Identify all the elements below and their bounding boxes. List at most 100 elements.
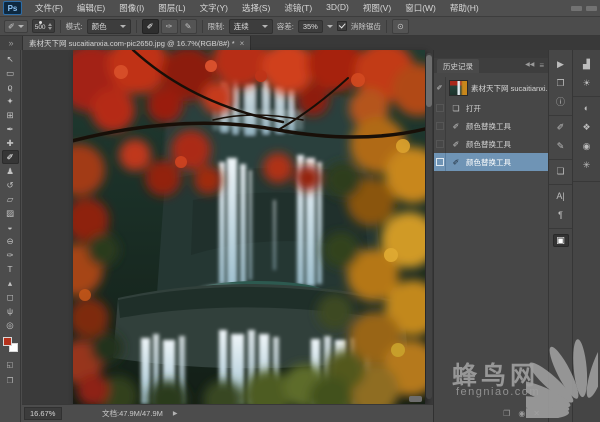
minimize-button[interactable] [571, 6, 582, 11]
photoshop-logo: Ps [3, 1, 22, 15]
panel-dock-button[interactable]: A| [549, 184, 572, 206]
tool-button[interactable]: ▱ [2, 192, 19, 206]
panel-dock-button[interactable]: ▣ [549, 228, 572, 250]
history-footer-button[interactable]: ❐ [503, 409, 510, 418]
close-icon[interactable]: × [240, 39, 245, 48]
sampling-button[interactable]: ✎ [180, 19, 197, 34]
history-snapshot-row[interactable]: ✐ 素材天下网 sucaitianxi... [434, 77, 548, 99]
panel-dock-button[interactable]: ▟ [573, 55, 600, 74]
panel-dock-button[interactable]: ✎ [549, 137, 572, 156]
color-swatches[interactable] [3, 337, 18, 352]
toolbox-extra-button[interactable]: ◱ [2, 358, 19, 371]
toolbox-extra-button[interactable]: ❐ [2, 374, 19, 387]
tool-button[interactable]: ✒ [2, 122, 19, 136]
pen-pressure-button[interactable]: ⊙ [392, 19, 409, 34]
history-state-row[interactable]: ✐ 颜色替换工具 [434, 117, 548, 135]
toolbox-collapse-button[interactable]: » [0, 36, 23, 50]
document-tab[interactable]: 素材天下网 sucaitianxia.com-pic2650.jpg @ 16.… [23, 36, 251, 50]
horizontal-scrollbar-thumb[interactable] [409, 396, 422, 402]
panel-dock-button[interactable]: ⓘ [549, 93, 572, 112]
tool-preset-picker[interactable]: ✐ [4, 20, 28, 33]
panel-dock-button[interactable]: ❐ [549, 74, 572, 93]
tool-icon: T [7, 265, 12, 274]
history-brush-source-well[interactable] [434, 153, 446, 171]
tool-button[interactable]: ↖ [2, 52, 19, 66]
tool-button[interactable]: ▭ [2, 66, 19, 80]
foreground-color-swatch[interactable] [3, 337, 12, 346]
history-footer-button[interactable]: ◉ [518, 409, 525, 418]
tool-button[interactable]: ♟ [2, 164, 19, 178]
panel-dock-button[interactable]: ◐ [573, 96, 600, 118]
menu-item[interactable]: 图层(L) [151, 2, 192, 14]
waterfall-photo-art [73, 50, 425, 404]
collapse-panel-icon[interactable]: ◀◀ [525, 61, 534, 70]
maximize-button[interactable] [586, 6, 597, 11]
menu-item[interactable]: 文字(Y) [193, 2, 235, 14]
panel-dock-button[interactable]: ✳ [573, 156, 600, 175]
panel-top-strip [434, 50, 548, 58]
sampling-button[interactable]: ✑ [161, 19, 178, 34]
brush-size-spinner[interactable] [48, 23, 52, 30]
panel-dock-button[interactable]: ¶ [549, 206, 572, 225]
tool-button[interactable]: ▴ [2, 276, 19, 290]
sampling-button[interactable]: ✐ [142, 19, 159, 34]
tool-button[interactable]: ϱ [2, 80, 19, 94]
vertical-scrollbar[interactable] [426, 53, 432, 399]
brush-size-value: 500 [35, 25, 46, 32]
panel-dock-button[interactable]: ▶ [549, 55, 572, 74]
menu-item[interactable]: 滤镜(T) [277, 2, 319, 14]
tool-button[interactable]: ↺ [2, 178, 19, 192]
menu-item[interactable]: 视图(V) [356, 2, 398, 14]
panel-dock-button[interactable]: ✐ [549, 115, 572, 137]
menu-item[interactable]: 图像(I) [112, 2, 151, 14]
tool-icon: ϱ [8, 83, 13, 92]
panel-menu-icon[interactable]: ≡ [539, 61, 544, 70]
history-footer-button[interactable]: ✕ [533, 409, 540, 418]
tool-button[interactable]: ◎ [2, 318, 19, 332]
menu-item[interactable]: 3D(D) [319, 2, 356, 14]
tool-button[interactable]: ✦ [2, 94, 19, 108]
menu-item[interactable]: 选择(S) [235, 2, 277, 14]
tool-icon: ↖ [6, 55, 13, 64]
tool-button[interactable]: ▨ [2, 206, 19, 220]
history-state-row[interactable]: ✐ 颜色替换工具 [434, 153, 548, 171]
history-brush-source-well[interactable] [434, 117, 446, 135]
panel-dock-button[interactable]: ❖ [573, 118, 600, 137]
tool-icon: ✦ [6, 97, 13, 106]
tool-button[interactable]: T [2, 262, 19, 276]
tool-button[interactable]: ψ [2, 304, 19, 318]
history-brush-source-well[interactable]: ✐ [434, 77, 446, 99]
panel-dock-button[interactable]: ◉ [573, 137, 600, 156]
limits-select[interactable]: 连续 [229, 19, 273, 34]
mode-select[interactable]: 颜色 [87, 19, 131, 34]
brush-sampling-icon: ✑ [166, 22, 173, 31]
antialias-checkbox[interactable] [337, 21, 347, 31]
vertical-scrollbar-thumb[interactable] [426, 55, 432, 107]
history-brush-source-well[interactable] [434, 135, 446, 153]
panel-dock-button[interactable]: ❏ [549, 159, 572, 181]
tool-button[interactable]: ⊖ [2, 234, 19, 248]
menu-item[interactable]: 窗口(W) [398, 2, 443, 14]
history-state-row[interactable]: ✐ 颜色替换工具 [434, 135, 548, 153]
separator [202, 20, 203, 33]
chevron-down-icon[interactable] [327, 25, 333, 28]
tool-button[interactable]: ◒ [2, 220, 19, 234]
history-state-row[interactable]: ❏ 打开 [434, 99, 548, 117]
tab-history[interactable]: 历史记录 [437, 59, 479, 73]
menu-item[interactable]: 文件(F) [28, 2, 70, 14]
tolerance-field[interactable]: 35% [298, 20, 323, 33]
status-options-arrow-icon[interactable]: ▶ [173, 410, 178, 417]
menu-item[interactable]: 编辑(E) [70, 2, 112, 14]
tool-button[interactable]: ✐ [2, 150, 19, 164]
zoom-level-field[interactable]: 16.67% [24, 407, 62, 420]
history-brush-source-well[interactable] [434, 99, 446, 117]
chevron-down-icon [120, 25, 126, 28]
panel-header-icons: ◀◀ ≡ [525, 61, 544, 70]
panel-dock-button[interactable]: ☀ [573, 74, 600, 93]
tool-button[interactable]: ⊞ [2, 108, 19, 122]
menu-item[interactable]: 帮助(H) [443, 2, 486, 14]
tool-button[interactable]: ✑ [2, 248, 19, 262]
brush-size-picker[interactable]: 500 [32, 19, 55, 34]
tool-button[interactable]: ◻ [2, 290, 19, 304]
tool-button[interactable]: ✚ [2, 136, 19, 150]
